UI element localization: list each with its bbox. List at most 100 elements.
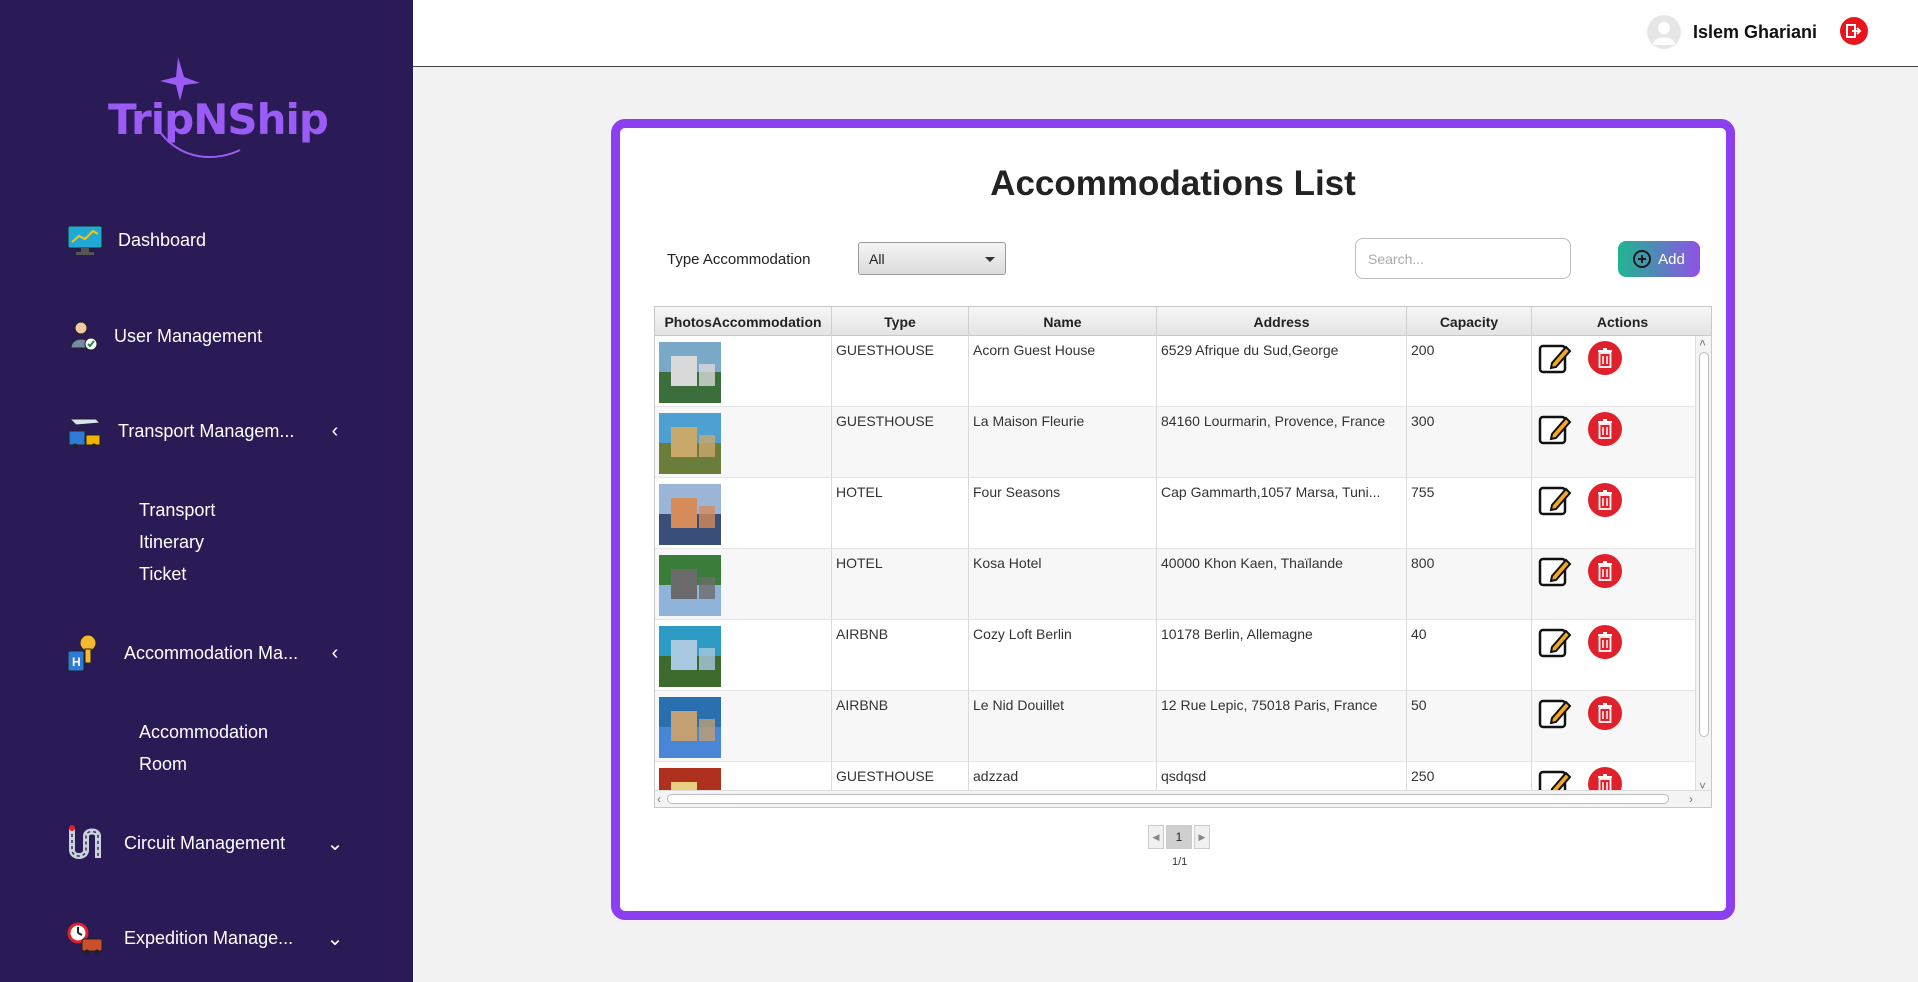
table-row[interactable]: GUESTHOUSE La Maison Fleurie 84160 Lourm… <box>655 407 1695 478</box>
delete-button[interactable] <box>1588 625 1622 659</box>
capacity-cell: 300 <box>1407 407 1532 478</box>
chevron-left-icon[interactable]: ‹ <box>325 642 345 664</box>
edit-button[interactable] <box>1538 412 1572 446</box>
column-header-address[interactable]: Address <box>1157 307 1407 336</box>
edit-pencil-icon <box>1538 486 1572 516</box>
column-header-actions[interactable]: Actions <box>1532 307 1711 336</box>
table-row[interactable]: GUESTHOUSE Acorn Guest House 6529 Afriqu… <box>655 336 1695 407</box>
logo-text: TripNShip <box>108 95 329 144</box>
expedition-icon <box>66 919 104 957</box>
edit-button[interactable] <box>1538 554 1572 588</box>
photo-cell <box>655 549 832 620</box>
vertical-scrollbar[interactable]: ˄ ˅ <box>1695 336 1711 793</box>
edit-button[interactable] <box>1538 767 1572 791</box>
sidebar-item-circuit-management[interactable]: Circuit Management <box>66 823 285 863</box>
type-accommodation-select[interactable]: All <box>858 242 1006 275</box>
edit-pencil-icon <box>1538 770 1572 791</box>
circuit-icon <box>66 824 104 862</box>
capacity-cell: 755 <box>1407 478 1532 549</box>
photo-cell <box>655 620 832 691</box>
photo-cell <box>655 762 832 791</box>
sidebar-subitem-room[interactable]: Room <box>139 754 187 775</box>
delete-button[interactable] <box>1588 696 1622 730</box>
page-1-button[interactable]: 1 <box>1166 825 1192 849</box>
sidebar-subitem-transport[interactable]: Transport <box>139 500 215 521</box>
sidebar-item-accommodation-management[interactable]: H Accommodation Ma... <box>66 633 298 673</box>
edit-pencil-icon <box>1538 628 1572 658</box>
actions-cell <box>1532 691 1695 762</box>
accommodation-photo <box>659 342 721 403</box>
logout-button[interactable] <box>1840 17 1868 45</box>
table-row[interactable]: HOTEL Kosa Hotel 40000 Khon Kaen, Thaïla… <box>655 549 1695 620</box>
trash-icon <box>1598 632 1612 652</box>
chevron-down-icon[interactable]: ⌄ <box>325 833 345 855</box>
table-row[interactable]: GUESTHOUSE adzzad qsdqsd 250 <box>655 762 1695 791</box>
next-page-button[interactable]: ▶ <box>1194 825 1210 849</box>
table-row[interactable]: HOTEL Four Seasons Cap Gammarth,1057 Mar… <box>655 478 1695 549</box>
chevron-down-icon[interactable]: ⌄ <box>325 928 345 950</box>
table-row[interactable]: AIRBNB Cozy Loft Berlin 10178 Berlin, Al… <box>655 620 1695 691</box>
accommodation-photo <box>659 555 721 616</box>
edit-pencil-icon <box>1538 415 1572 445</box>
address-cell: 6529 Afrique du Sud,George <box>1157 336 1407 407</box>
delete-button[interactable] <box>1588 341 1622 375</box>
type-cell: HOTEL <box>832 549 969 620</box>
edit-button[interactable] <box>1538 625 1572 659</box>
user-avatar[interactable] <box>1647 15 1681 49</box>
edit-button[interactable] <box>1538 696 1572 730</box>
sidebar-item-expedition-management[interactable]: Expedition Manage... <box>66 918 293 958</box>
avatar-icon <box>1653 22 1675 45</box>
scrollbar-thumb[interactable] <box>1699 352 1709 737</box>
scroll-up-icon[interactable]: ˄ <box>1699 336 1706 350</box>
edit-pencil-icon <box>1538 344 1572 374</box>
column-header-capacity[interactable]: Capacity <box>1407 307 1532 336</box>
delete-button[interactable] <box>1588 412 1622 446</box>
type-cell: HOTEL <box>832 478 969 549</box>
dashboard-icon <box>66 221 104 259</box>
sidebar-subitem-accommodation[interactable]: Accommodation <box>139 722 268 743</box>
sidebar: TripNShip Dashboard User Management Tran… <box>0 0 413 982</box>
search-input[interactable] <box>1355 238 1571 279</box>
user-name: Islem Ghariani <box>1693 22 1818 42</box>
scrollbar-thumb[interactable] <box>667 794 1669 804</box>
scroll-left-icon[interactable]: ‹ <box>657 792 661 806</box>
sidebar-item-transport-management[interactable]: Transport Managem... <box>66 411 294 451</box>
sidebar-item-label: User Management <box>114 325 263 346</box>
accommodation-photo <box>659 768 721 791</box>
table-row[interactable]: AIRBNB Le Nid Douillet 12 Rue Lepic, 750… <box>655 691 1695 762</box>
sidebar-item-label: Expedition Manage... <box>124 927 294 948</box>
column-header-type[interactable]: Type <box>832 307 969 336</box>
svg-text:H: H <box>72 655 81 669</box>
photo-cell <box>655 407 832 478</box>
pagination: ◀ 1 ▶ <box>1148 825 1210 849</box>
accommodation-photo <box>659 484 721 545</box>
delete-button[interactable] <box>1588 554 1622 588</box>
prev-page-button[interactable]: ◀ <box>1148 825 1164 849</box>
sidebar-item-dashboard[interactable]: Dashboard <box>66 220 206 260</box>
column-header-photos[interactable]: PhotosAccommodation <box>655 307 832 336</box>
sidebar-item-label: Circuit Management <box>124 832 286 853</box>
sidebar-subitem-ticket[interactable]: Ticket <box>139 564 186 585</box>
app-logo[interactable]: TripNShip <box>100 55 340 165</box>
scroll-right-icon[interactable]: › <box>1689 792 1693 806</box>
sidebar-item-label: Transport Managem... <box>118 420 295 441</box>
chevron-left-icon[interactable]: ‹ <box>325 420 345 442</box>
edit-button[interactable] <box>1538 341 1572 375</box>
select-value: All <box>869 251 885 267</box>
sidebar-item-user-management[interactable]: User Management <box>66 316 262 356</box>
accommodation-key-icon: H <box>66 634 104 672</box>
add-button[interactable]: Add <box>1618 241 1700 277</box>
accommodation-photo <box>659 697 721 758</box>
delete-button[interactable] <box>1588 483 1622 517</box>
column-header-name[interactable]: Name <box>969 307 1157 336</box>
horizontal-scrollbar[interactable]: ‹ › <box>655 790 1711 807</box>
delete-button[interactable] <box>1588 767 1622 791</box>
edit-button[interactable] <box>1538 483 1572 517</box>
sidebar-item-label: Accommodation Ma... <box>124 642 299 663</box>
sidebar-item-label: Dashboard <box>118 229 207 250</box>
table-header: PhotosAccommodation Type Name Address Ca… <box>655 307 1711 336</box>
accommodation-photo <box>659 626 721 687</box>
trash-icon <box>1598 561 1612 581</box>
sidebar-subitem-itinerary[interactable]: Itinerary <box>139 532 204 553</box>
add-button-label: Add <box>1658 250 1685 268</box>
